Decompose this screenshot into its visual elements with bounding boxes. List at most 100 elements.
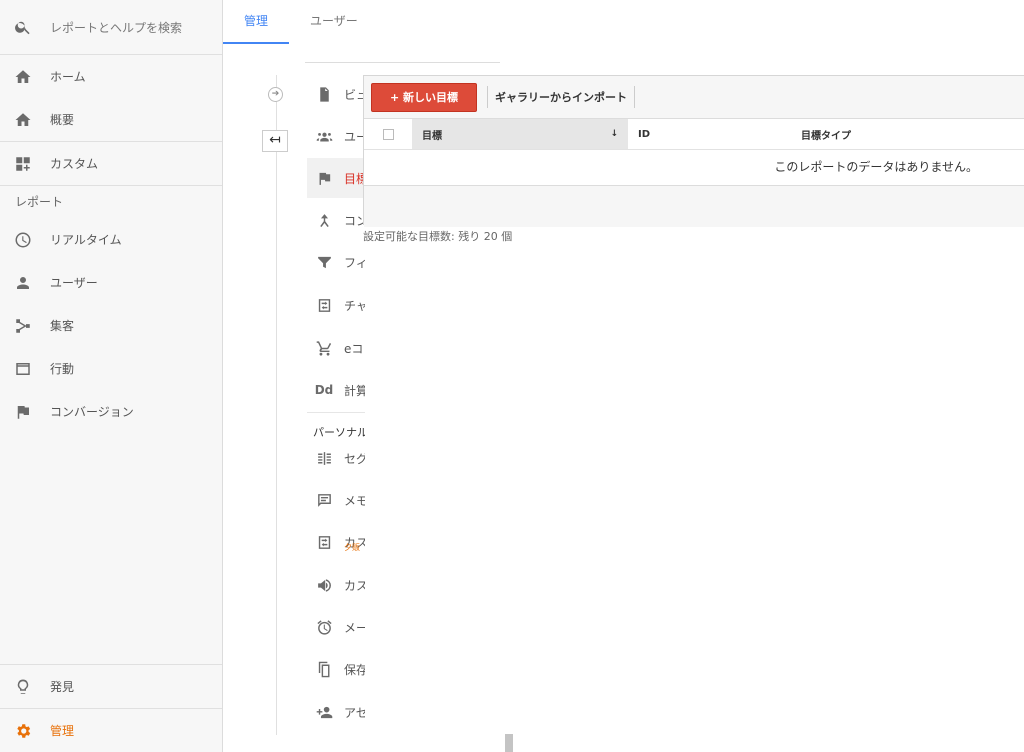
reports-section-label: レポート (15, 195, 64, 209)
menu-item-label: 計算 (344, 383, 365, 398)
menu-item-label: ビュ (344, 87, 365, 102)
sidebar-item-admin[interactable]: 管理 (0, 709, 222, 752)
sidebar-item-realtime[interactable]: リアルタイム (0, 218, 222, 261)
sidebar-item-home[interactable]: ホーム (0, 55, 222, 98)
flag-icon (315, 169, 333, 187)
sidebar-item-conversions[interactable]: コンバージョン (0, 390, 222, 433)
column-header-id[interactable]: ID (628, 129, 688, 140)
menu-item-custom-alerts[interactable]: カス (307, 565, 365, 605)
menu-item-label: コン (344, 213, 365, 228)
report-search[interactable]: レポートとヘルプを検索 (0, 0, 222, 55)
menu-item-ecommerce[interactable]: eコ (307, 328, 365, 368)
home-icon (12, 66, 34, 88)
menu-item-calculated-metrics[interactable]: Dd 計算 (307, 370, 365, 410)
menu-item-share-assets[interactable]: アセ (307, 692, 365, 732)
menu-item-label: フィ (344, 255, 365, 270)
sidebar-item-label: ホーム (50, 70, 86, 84)
menu-item-scheduled-emails[interactable]: メー (307, 607, 365, 647)
toolbar-divider (634, 86, 636, 108)
menu-item-label: メー (344, 620, 365, 635)
select-all-checkbox[interactable] (364, 119, 412, 149)
resize-handle[interactable] (505, 734, 513, 752)
admin-tabs: 管理 ユーザー (223, 0, 379, 44)
sidebar-item-label: リアルタイム (50, 233, 122, 247)
segment-icon (315, 449, 333, 467)
sidebar-item-label: 発見 (50, 680, 75, 694)
flag-icon (12, 401, 34, 423)
column-connector-line (276, 75, 277, 735)
back-button[interactable]: ↤ (262, 130, 288, 152)
left-sidebar: レポートとヘルプを検索 ホーム 概要 カスタム レポート リアルタイム ユーザー… (0, 0, 223, 752)
sidebar-item-overview[interactable]: 概要 (0, 98, 222, 142)
home-icon (12, 109, 34, 131)
arrow-right-icon: ➔ (268, 87, 283, 102)
merge-icon (315, 211, 333, 229)
person-icon (12, 272, 34, 294)
menu-item-filters[interactable]: フィ (307, 242, 365, 282)
copy-icon (315, 660, 333, 678)
menu-item-label: セグ (344, 451, 365, 466)
menu-item-view-settings[interactable]: ビュ (307, 74, 365, 114)
menu-item-goals[interactable]: 目標 (307, 158, 365, 198)
sort-down-icon: ↓ (610, 129, 618, 139)
channel-icon (315, 296, 333, 314)
menu-item-content-grouping[interactable]: コン (307, 200, 365, 240)
acquisition-icon (12, 315, 34, 337)
goals-panel: + 新しい目標 ギャラリーからインポート 目標 ↓ ID 目標タイプ このレポー… (363, 75, 1024, 227)
sidebar-item-audience[interactable]: ユーザー (0, 261, 222, 304)
remaining-goals-text: 設定可能な目標数: 残り 20 個 (363, 230, 513, 243)
goals-table-header: 目標 ↓ ID 目標タイプ (364, 119, 1024, 150)
sidebar-item-discover[interactable]: 発見 (0, 665, 222, 709)
users-icon (315, 127, 333, 145)
sidebar-item-custom[interactable]: カスタム (0, 142, 222, 186)
menu-item-sublabel: 夕贩 (344, 543, 360, 552)
view-settings-menu: ビュ ユー 目標 コン フィ チャ eコ Dd 計算 パーソナル セグ メモ カ… (307, 72, 365, 752)
add-person-icon (315, 703, 333, 721)
cart-icon (315, 339, 333, 357)
dd-icon: Dd (314, 383, 334, 397)
menu-item-label: カス (344, 578, 365, 593)
column-header-label: 目標 (422, 130, 442, 142)
filter-icon (315, 253, 333, 271)
menu-item-channel-settings[interactable]: チャ (307, 285, 365, 325)
menu-item-label: eコ (344, 341, 364, 356)
column-header-goal-type[interactable]: 目標タイプ (688, 127, 1024, 142)
megaphone-icon (315, 576, 333, 594)
goals-toolbar: + 新しい目標 ギャラリーからインポート (364, 76, 1024, 119)
new-goal-button[interactable]: + 新しい目標 (371, 82, 478, 112)
tab-admin[interactable]: 管理 (223, 0, 290, 44)
sidebar-item-label: カスタム (50, 157, 99, 171)
document-icon (315, 85, 333, 103)
import-from-gallery-button[interactable]: ギャラリーからインポート (488, 89, 634, 105)
column-header-goal[interactable]: 目標 ↓ (412, 119, 628, 149)
menu-item-label: 目標 (344, 171, 365, 186)
sidebar-item-label: 管理 (50, 724, 75, 738)
menu-item-segments[interactable]: セグ (307, 438, 365, 478)
menu-item-user-management[interactable]: ユー (307, 116, 365, 156)
sidebar-item-behavior[interactable]: 行動 (0, 347, 222, 390)
menu-item-annotations[interactable]: メモ (307, 480, 365, 520)
sidebar-item-acquisition[interactable]: 集客 (0, 304, 222, 347)
tab-user[interactable]: ユーザー (289, 0, 379, 42)
channel-icon (315, 533, 333, 551)
sidebar-item-label: 概要 (50, 113, 75, 127)
menu-item-label: アセ (344, 705, 365, 720)
menu-item-label: 保存 (344, 662, 365, 677)
sidebar-item-label: 行動 (50, 362, 75, 376)
empty-table-message: このレポートのデータはありません。 (364, 150, 1024, 186)
menu-item-saved-reports[interactable]: 保存 (307, 649, 365, 689)
clock-icon (12, 229, 34, 251)
sidebar-item-label: 集客 (50, 319, 75, 333)
tab-divider (305, 62, 500, 63)
gear-icon (12, 720, 34, 742)
search-placeholder: レポートとヘルプを検索 (50, 20, 183, 35)
goals-table-footer (364, 186, 1024, 227)
comment-icon (315, 491, 333, 509)
search-icon (12, 16, 34, 38)
menu-item-custom-channel-groups[interactable]: カス 夕贩 (307, 522, 365, 562)
dashboard-icon (12, 153, 34, 175)
sidebar-bottom: 発見 管理 (0, 664, 222, 752)
menu-item-label: ユー (344, 129, 365, 144)
menu-item-label: チャ (344, 298, 365, 313)
sidebar-item-label: ユーザー (50, 276, 98, 290)
